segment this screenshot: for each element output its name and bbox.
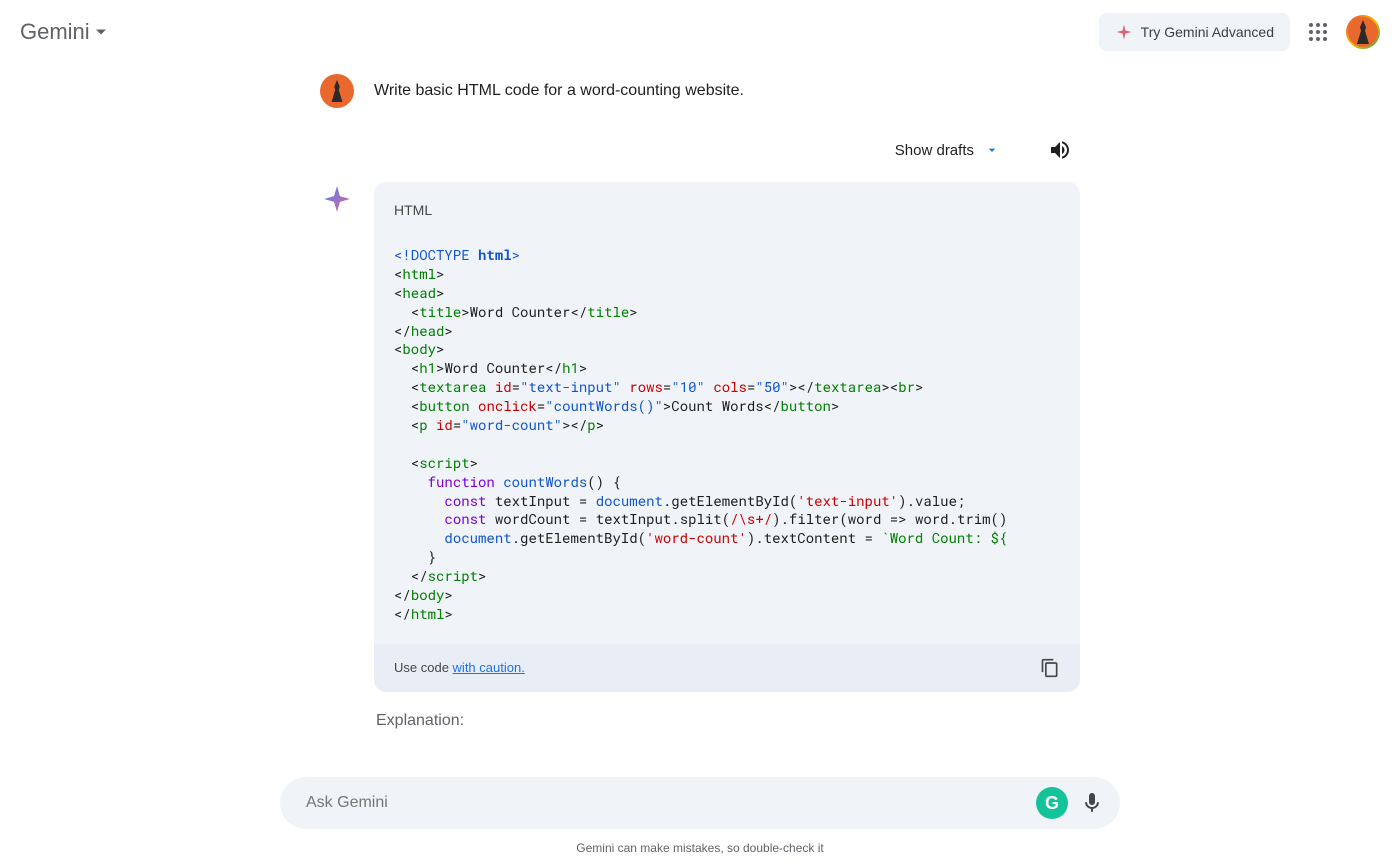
gemini-sparkle-icon bbox=[323, 185, 351, 213]
prompt-input[interactable] bbox=[306, 794, 1024, 812]
code-language-label: HTML bbox=[394, 202, 1060, 218]
user-avatar[interactable] bbox=[1346, 15, 1380, 49]
code-footer: Use code with caution. bbox=[374, 644, 1080, 692]
microphone-icon[interactable] bbox=[1080, 791, 1104, 815]
user-message: Write basic HTML code for a word-countin… bbox=[320, 74, 1080, 108]
show-drafts-button[interactable]: Show drafts bbox=[895, 142, 1000, 159]
explanation-heading: Explanation: bbox=[376, 712, 1080, 730]
response-area: HTML <!DOCTYPE html> <html> <head> <titl… bbox=[320, 182, 1080, 730]
speaker-icon[interactable] bbox=[1048, 138, 1072, 162]
response-content: HTML <!DOCTYPE html> <html> <head> <titl… bbox=[374, 182, 1080, 730]
response-controls: Show drafts bbox=[320, 138, 1080, 162]
main-content: Write basic HTML code for a word-countin… bbox=[320, 64, 1080, 730]
grammarly-icon[interactable]: G bbox=[1036, 787, 1068, 819]
code-content-pre: <!DOCTYPE html> <html> <head> <title>Wor… bbox=[394, 246, 1060, 624]
try-advanced-label: Try Gemini Advanced bbox=[1141, 24, 1274, 40]
chevron-down-icon bbox=[984, 142, 1000, 158]
brand-name: Gemini bbox=[20, 19, 90, 45]
app-header: Gemini Try Gemini Advanced bbox=[0, 0, 1400, 64]
prompt-input-area: G bbox=[280, 777, 1120, 829]
header-actions: Try Gemini Advanced bbox=[1099, 13, 1380, 51]
dropdown-arrow-icon bbox=[96, 27, 106, 37]
show-drafts-label: Show drafts bbox=[895, 142, 974, 159]
try-advanced-button[interactable]: Try Gemini Advanced bbox=[1099, 13, 1290, 51]
caution-link[interactable]: with caution. bbox=[453, 660, 525, 675]
disclaimer-text: Gemini can make mistakes, so double-chec… bbox=[576, 841, 823, 855]
code-block: HTML <!DOCTYPE html> <html> <head> <titl… bbox=[374, 182, 1080, 644]
user-prompt-text: Write basic HTML code for a word-countin… bbox=[374, 82, 744, 100]
user-message-avatar bbox=[320, 74, 354, 108]
apps-icon[interactable] bbox=[1306, 20, 1330, 44]
sparkle-icon bbox=[1115, 23, 1133, 41]
code-caution-text: Use code with caution. bbox=[394, 660, 525, 675]
copy-icon[interactable] bbox=[1040, 658, 1060, 678]
gemini-avatar bbox=[320, 182, 354, 216]
brand-dropdown[interactable]: Gemini bbox=[20, 19, 106, 45]
